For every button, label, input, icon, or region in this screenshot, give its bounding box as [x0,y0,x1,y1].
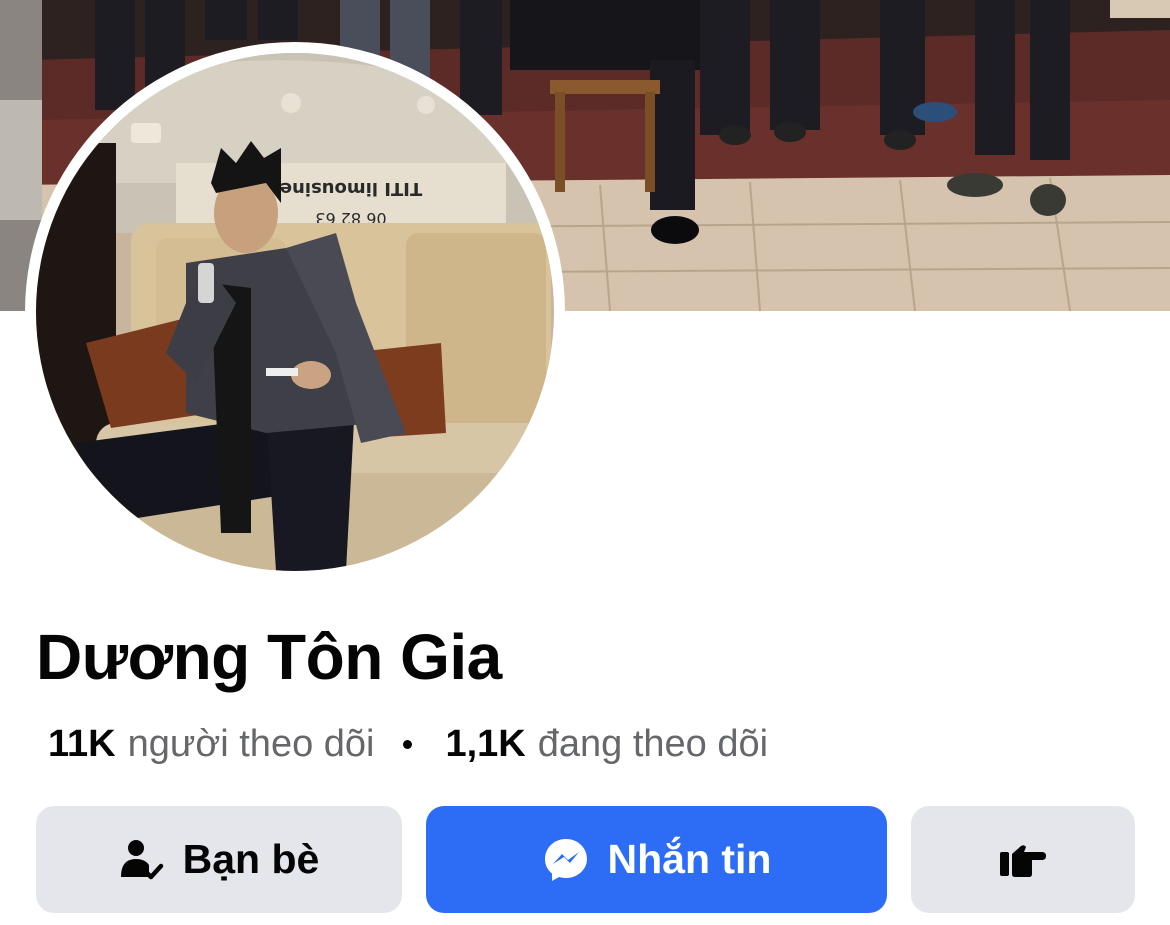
messenger-icon [542,836,590,884]
friends-button[interactable]: Bạn bè [36,806,402,913]
profile-avatar[interactable]: TITI limousine 06 82 63 [36,53,554,571]
following-count[interactable]: 1,1K [445,723,525,766]
profile-page: TITI limousine 06 82 63 Dương Tôn Gia 11… [0,0,1170,925]
profile-name: Dương Tôn Gia [36,621,502,693]
profile-stats: 11K người theo dõi 1,1K đang theo dõi [48,719,768,769]
poke-button[interactable] [911,806,1135,913]
followers-label[interactable]: người theo dõi [128,723,375,766]
following-label[interactable]: đang theo dõi [538,723,768,766]
message-button[interactable]: Nhắn tin [426,806,887,913]
person-check-icon [119,837,165,883]
friends-button-label: Bạn bè [182,836,320,882]
message-button-label: Nhắn tin [607,836,772,882]
followers-count[interactable]: 11K [48,723,116,766]
avatar-illustration: TITI limousine 06 82 63 [36,53,554,571]
separator-dot [403,739,413,749]
svg-text:TITI limousine: TITI limousine [280,178,422,199]
pointing-hand-icon [999,842,1047,878]
